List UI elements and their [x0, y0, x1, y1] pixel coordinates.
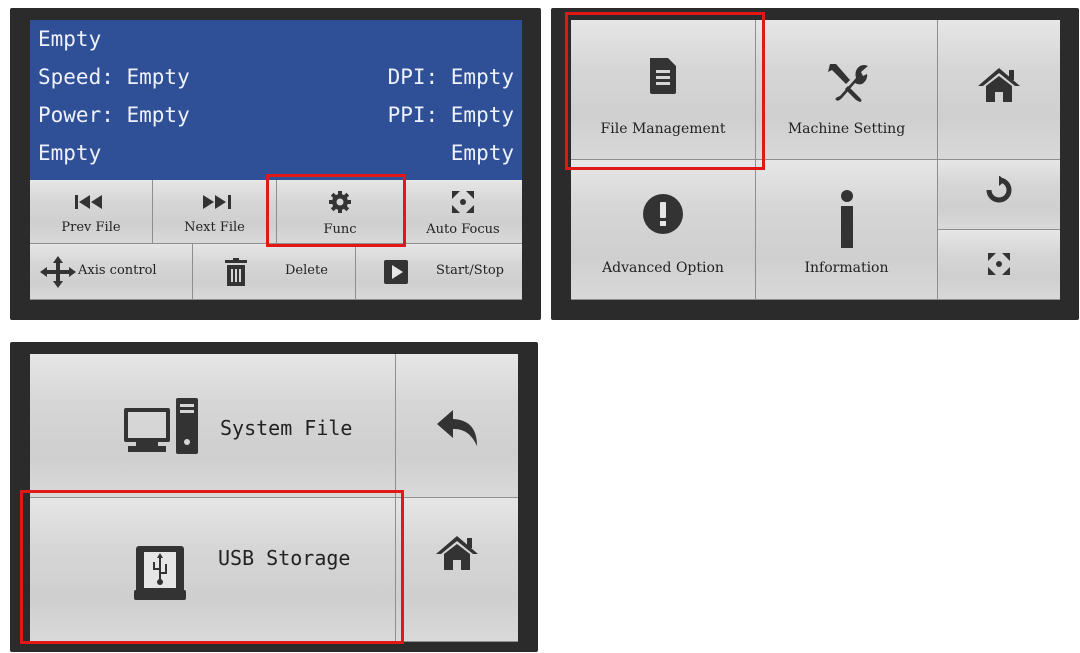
next-file-label: Next File [184, 220, 245, 235]
file-management-highlight-box [565, 12, 765, 170]
speed-text: Speed: Empty [38, 65, 190, 89]
machine-setting-label: Machine Setting [787, 121, 906, 137]
reset-button[interactable] [938, 160, 1060, 230]
main-screen: Empty Speed: Empty DPI: Empty Power: Emp… [10, 8, 541, 320]
prev-file-label: Prev File [61, 220, 121, 235]
info-icon [756, 190, 937, 248]
file-management-screen: System File USB Storage [10, 342, 538, 652]
back-button[interactable] [396, 354, 518, 498]
system-file-button[interactable]: System File [30, 354, 396, 498]
next-file-button[interactable]: Next File [153, 180, 277, 244]
auto-focus-button[interactable]: Auto Focus [404, 180, 522, 244]
information-label: Information [804, 260, 889, 276]
advanced-option-label: Advanced Option [602, 260, 724, 276]
skip-back-icon [30, 194, 152, 210]
lcd-row-3: Power: Empty PPI: Empty [38, 100, 514, 130]
start-stop-button[interactable]: Start/Stop [356, 244, 522, 300]
home-icon [938, 68, 1060, 102]
start-stop-label: Start/Stop [436, 263, 504, 278]
prev-file-button[interactable]: Prev File [30, 180, 153, 244]
function-menu-screen: File Management Machine Setting Advanced… [551, 8, 1079, 320]
delete-label: Delete [285, 263, 328, 278]
information-button[interactable]: Information [756, 160, 938, 300]
trash-icon [225, 258, 247, 290]
lcd-row-4: Empty Empty [38, 138, 514, 168]
func-highlight-box [266, 174, 406, 247]
system-file-label: System File [220, 416, 353, 440]
axis-control-label: Axis control [78, 263, 157, 278]
file-name-text: Empty [38, 27, 102, 51]
advanced-option-button[interactable]: Advanced Option [571, 160, 756, 300]
home-button[interactable] [938, 20, 1060, 160]
usb-storage-highlight-box [20, 490, 404, 644]
move-arrows-icon [40, 256, 76, 292]
ppi-text: PPI: Empty [387, 103, 514, 127]
back-arrow-icon [396, 408, 518, 448]
rotate-icon [938, 176, 1060, 204]
auto-focus-label: Auto Focus [426, 222, 500, 237]
play-icon [384, 260, 408, 288]
lcd-row-1: Empty [38, 24, 514, 54]
focus-icon [404, 190, 522, 214]
focus-icon [938, 252, 1060, 276]
delete-button[interactable]: Delete [193, 244, 356, 300]
axis-control-button[interactable]: Axis control [30, 244, 193, 300]
computer-icon [122, 398, 200, 458]
home-icon [396, 536, 518, 570]
status-left-text: Empty [38, 141, 102, 165]
wrench-screwdriver-icon [756, 62, 937, 102]
focus-button[interactable] [938, 230, 1060, 300]
home-button[interactable] [396, 498, 518, 642]
dpi-text: DPI: Empty [387, 65, 514, 89]
lcd-row-2: Speed: Empty DPI: Empty [38, 62, 514, 92]
machine-setting-button[interactable]: Machine Setting [756, 20, 938, 160]
exclamation-icon [571, 194, 755, 234]
power-text: Power: Empty [38, 103, 190, 127]
lcd-status-display: Empty Speed: Empty DPI: Empty Power: Emp… [30, 20, 522, 180]
skip-forward-icon [153, 194, 276, 210]
status-right-text: Empty [450, 141, 514, 165]
